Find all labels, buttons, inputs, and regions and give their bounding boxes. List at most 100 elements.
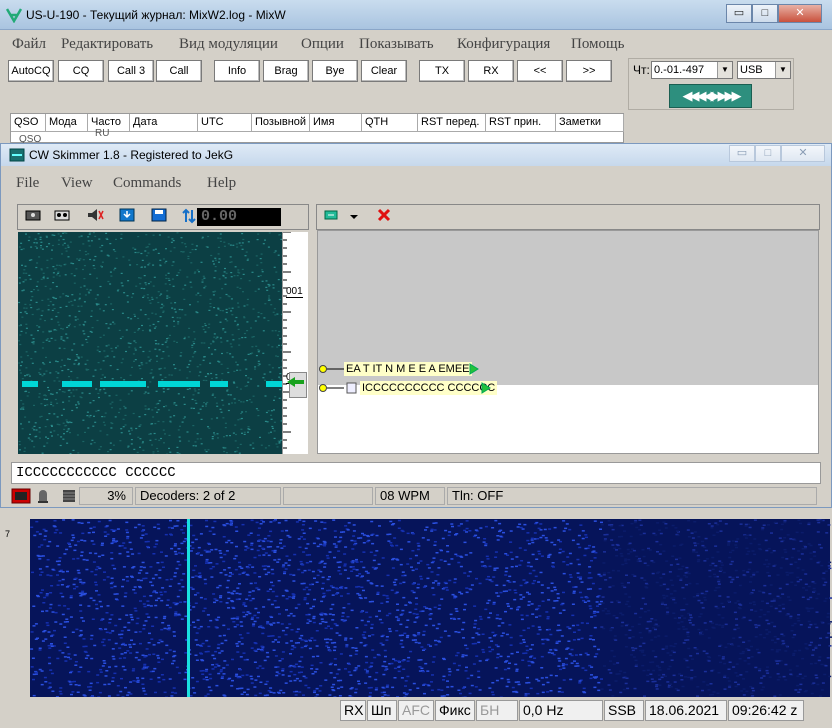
cpu-usage: 3% xyxy=(79,487,133,505)
col-notes[interactable]: Заметки xyxy=(556,114,624,132)
menu-options[interactable]: Опции xyxy=(301,36,344,53)
cw-close-button[interactable]: ✕ xyxy=(781,145,825,162)
speaker-icon[interactable] xyxy=(84,208,106,227)
freq-value: 0.-01.-497 xyxy=(654,64,705,76)
cpu-icon xyxy=(63,490,75,502)
time-status: 09:26:42 z xyxy=(728,700,804,721)
col-mode[interactable]: Мода xyxy=(46,114,88,132)
cw-waterfall[interactable] xyxy=(18,232,282,454)
mode-status: SSB xyxy=(604,700,644,721)
menu-file[interactable]: Файл xyxy=(12,36,46,53)
spectrum-waterfall xyxy=(30,519,832,697)
minimize-button[interactable]: ▭ xyxy=(726,4,752,23)
freq-scale: 001 000 xyxy=(282,231,308,454)
main-menubar: Файл Редактировать Вид модуляции Опции П… xyxy=(4,33,830,55)
cq-button[interactable]: CQ xyxy=(58,60,104,82)
main-titlebar: US-U-190 - Текущий журнал: MixW2.log - M… xyxy=(0,0,832,30)
brag-button[interactable]: Brag xyxy=(263,60,309,82)
call-button[interactable]: Call xyxy=(156,60,202,82)
cw-menu-help[interactable]: Help xyxy=(207,175,236,192)
freq-select[interactable]: 0.-01.-497 ▼ xyxy=(651,61,733,79)
decode-line-2[interactable]: ICCCCCCCCCC CCCCCC xyxy=(360,381,498,395)
cw-tone-segment xyxy=(210,381,228,387)
cw-tone-segment xyxy=(100,381,134,387)
cw-maximize-button[interactable]: □ xyxy=(755,145,781,162)
rx-status[interactable]: RX xyxy=(340,700,366,721)
scale-label-001: 001 xyxy=(286,286,303,298)
mixw-statusbar: RX Шп AFC Фикс БН 0,0 Hz SSB 18.06.2021 … xyxy=(0,699,832,723)
telnet-status: Tln: OFF xyxy=(447,487,817,505)
freq-readout: 0.00 xyxy=(197,208,281,226)
menu-config[interactable]: Конфигурация xyxy=(457,36,550,53)
col-rst-sent[interactable]: RST перед. xyxy=(418,114,486,132)
close-button[interactable]: ✕ xyxy=(778,4,822,23)
menu-view[interactable]: Показывать xyxy=(359,36,434,53)
chevron-down-icon[interactable] xyxy=(343,208,365,227)
menu-help[interactable]: Помощь xyxy=(571,36,624,53)
rx-button[interactable]: RX xyxy=(468,60,514,82)
shp-status[interactable]: Шп xyxy=(367,700,397,721)
cw-app-icon xyxy=(9,148,25,162)
bye-button[interactable]: Bye xyxy=(312,60,358,82)
log-table: QSO Мода Часто Дата UTC Позывной Имя QTH… xyxy=(10,113,624,145)
arrow-left-icon xyxy=(287,377,304,387)
decode-line-1[interactable]: EA T IT N M E E A EMEE xyxy=(344,362,472,376)
afc-status[interactable]: AFC xyxy=(398,700,434,721)
cw-menu-view[interactable]: View xyxy=(61,175,93,192)
clear-button[interactable]: Clear xyxy=(361,60,407,82)
chevron-down-icon[interactable]: ▼ xyxy=(775,62,790,78)
cw-tone-segment xyxy=(22,381,38,387)
cw-tone-segment xyxy=(62,381,92,387)
prev-button[interactable]: << xyxy=(517,60,563,82)
tune-arrows-button[interactable]: ◀◀◀◀▶▶▶▶ xyxy=(669,84,752,108)
cw-menu-commands[interactable]: Commands xyxy=(113,175,181,192)
autocq-button[interactable]: AutoCQ xyxy=(8,60,54,82)
bell-icon[interactable] xyxy=(35,488,51,504)
decoded-text-line[interactable]: ICCCCCCCCCCC CCCCCC xyxy=(11,462,821,484)
mixw-spectrum[interactable]: 7 xyxy=(0,509,832,699)
play-icon xyxy=(469,363,479,375)
log-freq-partial: RU xyxy=(95,128,110,139)
info-button[interactable]: Info xyxy=(214,60,260,82)
freq-label: Чт: xyxy=(633,63,650,77)
decoder-pane: EA T IT N M E E A EMEE ICCCCCCCCCC CCCCC… xyxy=(317,230,819,454)
mode-select[interactable]: USB ▼ xyxy=(737,61,791,79)
col-call[interactable]: Позывной xyxy=(252,114,310,132)
cw-minimize-button[interactable]: ▭ xyxy=(729,145,755,162)
radio-icon[interactable] xyxy=(22,208,44,227)
tx-button[interactable]: TX xyxy=(419,60,465,82)
menu-mode[interactable]: Вид модуляции xyxy=(179,36,278,53)
decoder-line-marker xyxy=(319,382,357,394)
tuning-panel: Чт: 0.-01.-497 ▼ USB ▼ ◀◀◀◀▶▶▶▶ xyxy=(628,58,794,110)
main-window-title: US-U-190 - Текущий журнал: MixW2.log - M… xyxy=(26,8,286,22)
offset-status: 0,0 Hz xyxy=(519,700,603,721)
record-icon[interactable] xyxy=(11,488,31,504)
cw-tone-segment xyxy=(158,381,200,387)
menu-edit[interactable]: Редактировать xyxy=(61,36,153,53)
macro-toolbar: AutoCQ CQ Call 3 Call Info Brag Bye Clea… xyxy=(4,58,626,86)
mixw-app-icon xyxy=(6,8,22,23)
nb-status[interactable]: БН xyxy=(476,700,518,721)
save-icon[interactable] xyxy=(148,208,170,227)
scale-ticks xyxy=(283,231,291,449)
col-date[interactable]: Дата xyxy=(130,114,198,132)
call3-button[interactable]: Call 3 xyxy=(108,60,154,82)
col-qth[interactable]: QTH xyxy=(362,114,418,132)
maximize-button[interactable]: □ xyxy=(752,4,778,23)
next-button[interactable]: >> xyxy=(566,60,612,82)
cw-right-toolbar xyxy=(316,204,820,230)
cw-menu-file[interactable]: File xyxy=(16,175,39,192)
col-qso[interactable]: QSO xyxy=(11,114,46,132)
tape-icon[interactable] xyxy=(51,208,73,227)
col-name[interactable]: Имя xyxy=(310,114,362,132)
chevron-down-icon[interactable]: ▼ xyxy=(717,62,732,78)
play-icon xyxy=(481,382,491,394)
col-rst-rcvd[interactable]: RST прин. xyxy=(486,114,556,132)
delete-icon[interactable] xyxy=(373,208,395,227)
marker-icon[interactable] xyxy=(116,208,138,227)
fix-status[interactable]: Фикс xyxy=(435,700,475,721)
col-utc[interactable]: UTC xyxy=(198,114,252,132)
cw-tone-segment xyxy=(130,381,146,387)
spot-icon[interactable] xyxy=(321,208,343,227)
wpm-status: 08 WPM xyxy=(375,487,445,505)
